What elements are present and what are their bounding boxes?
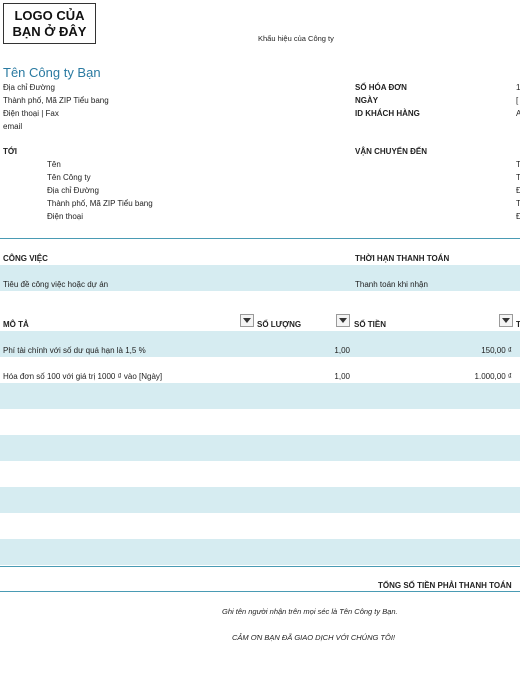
company-name: Tên Công ty Bạn [3,65,101,80]
table-row [0,539,520,565]
column-header-amount: SỐ TIỀN [354,320,387,329]
item-quantity[interactable]: 1,00 [300,346,350,355]
payment-terms-value[interactable]: Thanh toán khi nhận [355,280,428,289]
chevron-down-icon [243,317,251,323]
ship-to-city: T [516,199,520,208]
divider [0,591,520,592]
bill-to-name: Tên [47,160,61,169]
item-amount[interactable]: 150,00 ₫ [410,346,512,355]
filter-dropdown-button[interactable] [499,314,513,327]
job-value[interactable]: Tiêu đề công việc hoặc dự án [3,280,108,289]
company-address: Địa chỉ Đường [3,83,55,92]
customer-id-label: ID KHÁCH HÀNG [355,109,420,118]
payment-terms-label: THỜI HẠN THANH TOÁN [355,254,450,263]
thank-you-message: CẢM ƠN BẠN ĐÃ GIAO DỊCH VỚI CHÚNG TÔI! [232,633,396,642]
bill-to-company: Tên Công ty [47,173,91,182]
filter-dropdown-button[interactable] [336,314,350,327]
ship-to-label: VẬN CHUYỂN ĐẾN [355,147,428,156]
bill-to-address: Địa chỉ Đường [47,186,99,195]
table-row [0,383,520,409]
item-quantity[interactable]: 1,00 [300,372,350,381]
invoice-number-value[interactable]: 1 [516,83,520,92]
column-header-total: T [516,320,520,329]
chevron-down-icon [339,317,347,323]
bill-to-city: Thành phố, Mã ZIP Tiểu bang [47,199,153,208]
column-header-description: MÔ TẢ [3,320,29,329]
chevron-down-icon [502,317,510,323]
company-email: email [3,122,23,131]
company-slogan: Khẩu hiệu của Công ty [258,34,334,43]
table-row [0,487,520,513]
bill-to-phone: Điện thoại [47,212,84,221]
filter-dropdown-button[interactable] [240,314,254,327]
item-amount[interactable]: 1.000,00 ₫ [410,372,512,381]
ship-to-address: Đ [516,186,520,195]
invoice-date-value[interactable]: [ [516,96,518,105]
company-phone: Điện thoại | Fax [3,109,59,118]
divider [0,566,520,567]
payment-note: Ghi tên người nhận trên mọi séc là Tên C… [222,607,398,616]
company-logo-placeholder: LOGO CỦA BẠN Ở ĐÂY [3,3,96,44]
customer-id-value[interactable]: A [516,109,520,118]
ship-to-company: T [516,173,520,182]
total-due-label: TỔNG SỐ TIỀN PHẢI THANH TOÁN [378,581,512,590]
job-label: CÔNG VIỆC [3,254,48,263]
invoice-date-label: NGÀY [355,96,379,105]
column-header-quantity: SỐ LƯỢNG [257,320,302,329]
ship-to-name: T [516,160,520,169]
invoice-number-label: SỐ HÓA ĐƠN [355,83,407,92]
company-city: Thành phố, Mã ZIP Tiểu bang [3,96,109,105]
bill-to-label: TỚI [3,147,17,156]
table-row [0,435,520,461]
ship-to-phone: Đ [516,212,520,221]
divider [0,238,520,239]
item-description[interactable]: Hóa đơn số 100 với giá trị 1000 ₫ vào [N… [3,372,162,381]
item-description[interactable]: Phí tài chính với số dư quá hạn là 1,5 % [3,346,146,355]
